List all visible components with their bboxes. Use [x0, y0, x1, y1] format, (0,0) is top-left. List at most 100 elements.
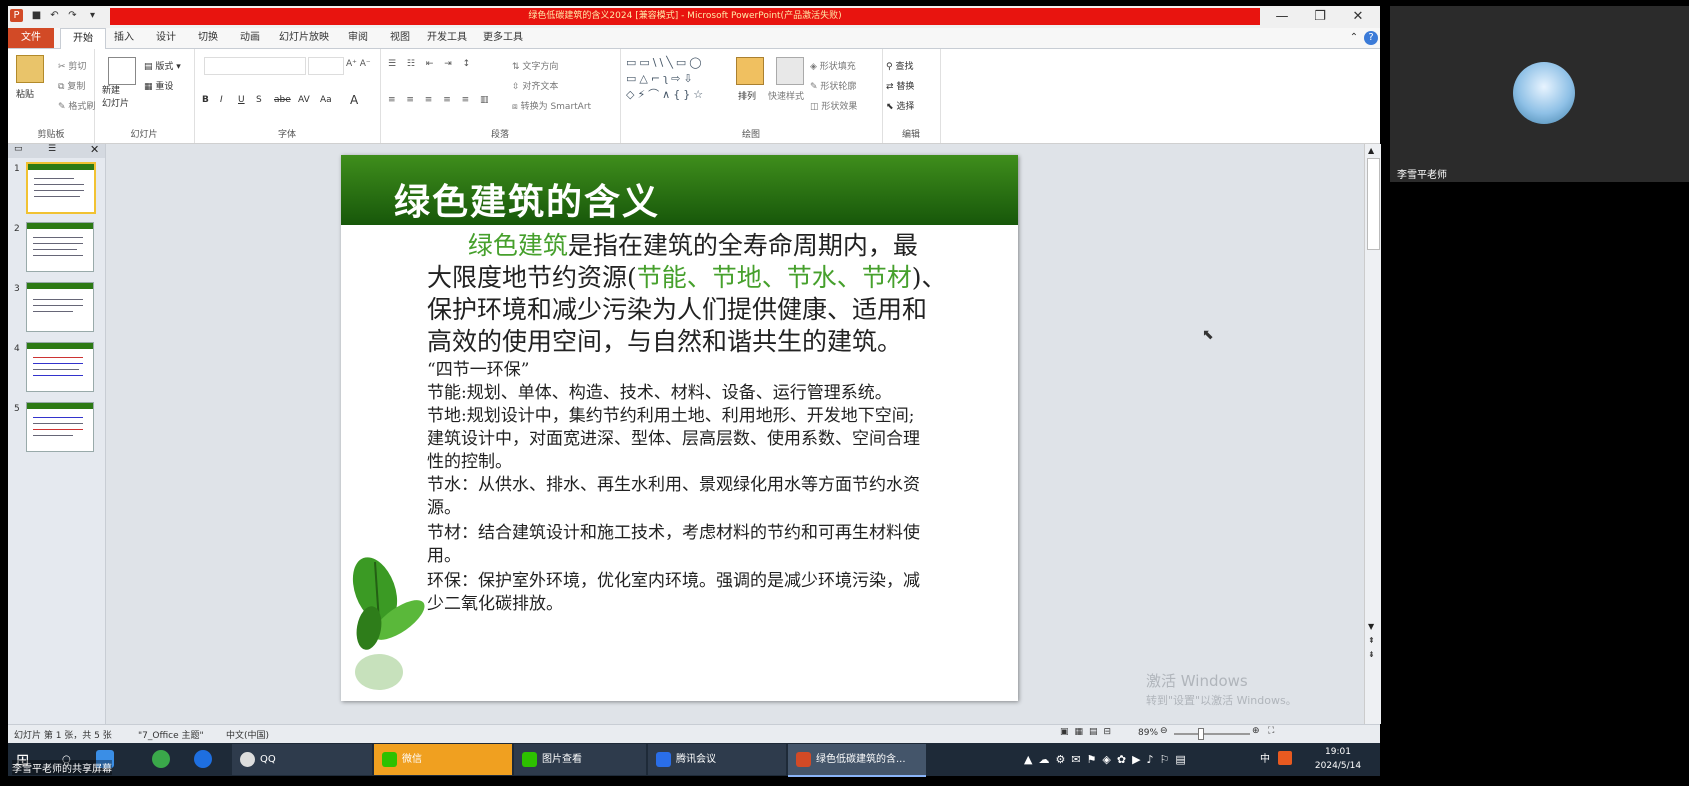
slide-thumbnail-3[interactable]	[26, 282, 94, 332]
powerpoint-app-icon[interactable]: P	[10, 9, 23, 22]
cut-button[interactable]: ✂ 剪切	[58, 59, 86, 72]
reset-button[interactable]: ▦ 重设	[144, 79, 173, 92]
underline-button[interactable]: U	[238, 95, 245, 105]
minimize-button[interactable]: —	[1264, 6, 1300, 28]
select-button[interactable]: ⬉ 选择	[886, 99, 914, 112]
water-line-1: 节水：从供水、排水、再生水利用、景观绿化用水等方面节约水资	[427, 475, 920, 495]
taskbar-item-tencent-meeting[interactable]: 腾讯会议	[648, 744, 786, 775]
font-name-select[interactable]	[204, 57, 306, 75]
outline-view-tab[interactable]: ☰	[48, 144, 56, 154]
brush-icon: ✎	[58, 102, 66, 112]
system-tray-icons[interactable]: ▲☁⚙✉⚑◈✿▶♪⚐▤	[1024, 744, 1264, 775]
zoom-slider-thumb[interactable]	[1198, 728, 1204, 740]
binoculars-icon: ⚲	[886, 62, 893, 72]
taskbar-item-wechat[interactable]: 微信	[374, 744, 512, 775]
previous-slide-icon[interactable]: ⇞	[1368, 636, 1375, 645]
tab-view[interactable]: 视图	[380, 28, 420, 48]
customize-toolbar-icon[interactable]: ▾	[86, 9, 99, 22]
paste-button[interactable]: 粘贴	[16, 87, 34, 100]
participant-name: 李雪平老师	[1397, 170, 1447, 181]
shapes-gallery[interactable]: ▭▭\\╲▭◯ ▭△⌐ʅ⇨⇩ ◇⚡⌒∧{}☆	[626, 55, 726, 105]
scroll-thumb[interactable]	[1367, 158, 1380, 250]
tab-more-tools[interactable]: 更多工具	[478, 28, 528, 48]
font-size-select[interactable]	[308, 57, 344, 75]
arrange-icon[interactable]	[736, 57, 764, 85]
new-slide-icon[interactable]	[108, 57, 136, 85]
view-buttons[interactable]: ▣▦▤⊟	[1060, 727, 1117, 737]
help-icon[interactable]: ?	[1364, 31, 1378, 45]
new-slide-button[interactable]: 新建 幻灯片	[102, 85, 129, 111]
tab-review[interactable]: 审阅	[338, 28, 378, 48]
app-green-icon[interactable]	[152, 750, 170, 768]
list-buttons[interactable]: ☰ ☷ ⇤ ⇥ ↕	[388, 59, 474, 69]
replace-button[interactable]: ⇄ 替换	[886, 79, 914, 92]
tab-slideshow[interactable]: 幻灯片放映	[274, 28, 334, 48]
arrange-button[interactable]: 排列	[738, 89, 756, 102]
format-painter-button[interactable]: ✎ 格式刷	[58, 99, 95, 112]
shape-outline-button[interactable]: ✎ 形状轮廓	[810, 79, 856, 92]
app-blue-icon[interactable]	[194, 750, 212, 768]
zoom-level[interactable]: 89%	[1138, 728, 1158, 738]
save-icon[interactable]: ■	[30, 9, 43, 22]
tab-design[interactable]: 设计	[146, 28, 186, 48]
taskbar-item-image-viewer[interactable]: 图片查看	[514, 744, 646, 775]
smartart-button[interactable]: ⧈ 转换为 SmartArt	[512, 99, 591, 112]
tab-developer[interactable]: 开发工具	[422, 28, 472, 48]
tab-animations[interactable]: 动画	[230, 28, 270, 48]
slide-thumbnail-5[interactable]	[26, 402, 94, 452]
tab-home[interactable]: 开始	[60, 28, 106, 50]
clock[interactable]: 19:01 2024/5/14	[1308, 745, 1368, 773]
slides-view-tab[interactable]: ▭	[14, 144, 23, 154]
align-text-button[interactable]: ⇳ 对齐文本	[512, 79, 558, 92]
find-button[interactable]: ⚲ 查找	[886, 59, 913, 72]
quick-styles-icon[interactable]	[776, 57, 804, 85]
strikethrough-button[interactable]: abe	[274, 95, 291, 105]
slide-thumbnail-1[interactable]	[26, 162, 96, 214]
scroll-up-icon[interactable]: ▲	[1368, 146, 1374, 155]
close-button[interactable]: ✕	[1340, 6, 1376, 28]
alignment-buttons[interactable]: ≡ ≡ ≡ ≡ ≡ ▥	[388, 95, 493, 105]
slide-thumbnail-2[interactable]	[26, 222, 94, 272]
text-direction-button[interactable]: ⇅ 文字方向	[512, 59, 558, 72]
qq-icon	[240, 751, 255, 767]
sogou-icon[interactable]	[1278, 751, 1292, 765]
italic-button[interactable]: I	[220, 95, 223, 105]
bold-button[interactable]: B	[202, 95, 209, 105]
slide-canvas[interactable]: 绿色建筑的含义 绿色建筑是指在建筑的全寿命周期内，最 大限度地节约资源(节能、节…	[341, 155, 1018, 701]
taskbar-item-qq[interactable]: QQ	[232, 744, 372, 775]
taskbar-item-powerpoint[interactable]: 绿色低碳建筑的含...	[788, 744, 926, 777]
collapse-ribbon-icon[interactable]: ⌃	[1348, 28, 1360, 48]
undo-icon[interactable]: ↶	[48, 9, 61, 22]
slide-thumbnail-4[interactable]	[26, 342, 94, 392]
change-case-button[interactable]: Aa	[320, 95, 332, 105]
fit-window-icon[interactable]: ⛶	[1268, 726, 1274, 736]
close-pane-icon[interactable]: ✕	[90, 143, 99, 156]
copy-button[interactable]: ⧉ 复制	[58, 79, 85, 92]
zoom-slider[interactable]	[1174, 733, 1250, 735]
quick-styles-button[interactable]: 快速样式	[768, 89, 804, 102]
ime-indicator[interactable]: 中	[1260, 744, 1274, 775]
shape-effects-button[interactable]: ◫ 形状效果	[810, 99, 857, 112]
zoom-out-icon[interactable]: ⊖	[1160, 726, 1168, 736]
font-color-button[interactable]: A	[350, 93, 358, 107]
redo-icon[interactable]: ↷	[66, 9, 79, 22]
land-line-1: 节地:规划设计中，集约节约利用土地、利用地形、开发地下空间;	[427, 406, 915, 426]
shadow-button[interactable]: S	[256, 95, 262, 105]
scroll-down-icon[interactable]: ▼	[1368, 622, 1374, 631]
tab-insert[interactable]: 插入	[104, 28, 144, 48]
layout-button[interactable]: ▤ 版式 ▾	[144, 59, 181, 72]
ribbon: 粘贴 ✂ 剪切 ⧉ 复制 ✎ 格式刷 剪贴板 新建 幻灯片 ▤ 版式 ▾ ▦ 重…	[8, 49, 1380, 144]
next-slide-icon[interactable]: ⇟	[1368, 650, 1375, 659]
font-grow-shrink-buttons[interactable]: A⁺ A⁻	[346, 59, 371, 69]
image-viewer-icon	[522, 751, 537, 767]
tab-file[interactable]: 文件	[8, 28, 54, 48]
shape-fill-button[interactable]: ◈ 形状填充	[810, 59, 856, 72]
wechat-icon	[382, 751, 397, 767]
char-spacing-button[interactable]: AV	[298, 95, 310, 105]
zoom-in-icon[interactable]: ⊕	[1252, 726, 1260, 736]
language-status[interactable]: 中文(中国)	[226, 728, 269, 741]
restore-button[interactable]: ❐	[1302, 6, 1338, 28]
vertical-scrollbar[interactable]: ▲ ▼ ⇞ ⇟	[1364, 144, 1381, 724]
paste-icon[interactable]	[16, 55, 44, 83]
tab-transitions[interactable]: 切换	[188, 28, 228, 48]
